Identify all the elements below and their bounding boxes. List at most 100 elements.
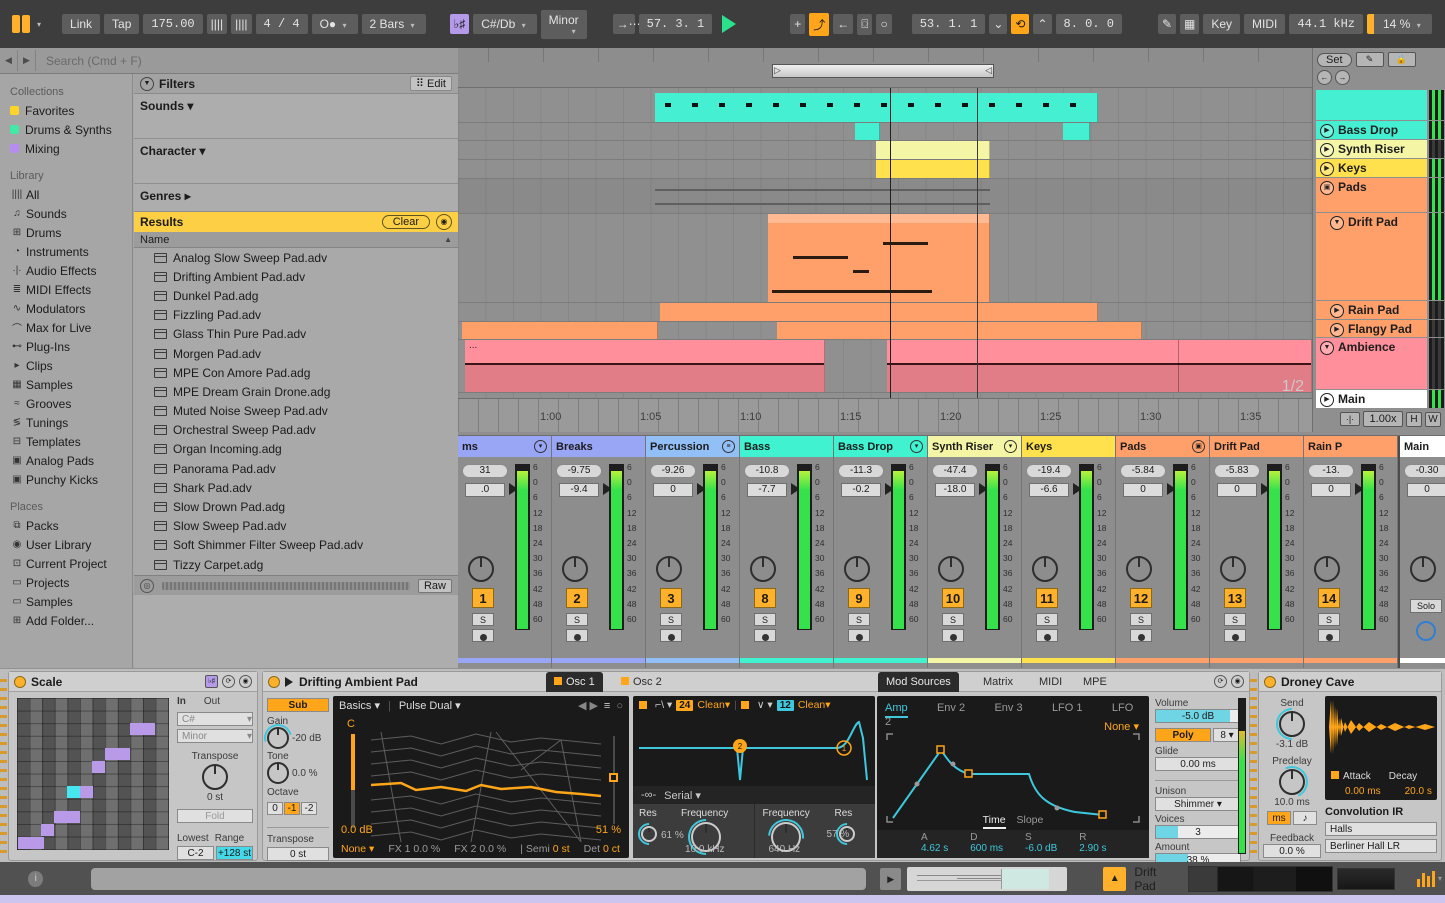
semi-value[interactable]: | Semi 0 st xyxy=(520,843,569,855)
mixer-channel-strip[interactable]: Keys -19.4 -6.6 6 0 6 12 18 24 30 36 42 … xyxy=(1022,436,1116,668)
mixer-channel-strip[interactable]: ms ▾ 31 .0 6 0 6 12 18 24 30 36 42 48 60 … xyxy=(458,436,552,668)
wavetable-position-value[interactable]: 51 % xyxy=(596,824,621,836)
output-meter-icon[interactable] xyxy=(1416,870,1435,887)
ir-decay-value[interactable]: 20.0 s xyxy=(1405,786,1432,797)
sync-mode-button[interactable]: ♪ xyxy=(1293,811,1317,825)
time-ruler[interactable]: 1:00 1:05 1:10 1:15 1:20 1:25 1:30 1:35 xyxy=(458,398,1312,432)
mixer-channel-strip[interactable]: Drift Pad -5.83 0 6 0 6 12 18 24 30 36 4… xyxy=(1210,436,1304,668)
scale-name-select[interactable]: Minor ▾ xyxy=(177,729,253,743)
key-signature-icon[interactable]: ♭♯ xyxy=(449,14,470,34)
mixer-track-name[interactable]: Bass Drop ▾ xyxy=(834,436,927,457)
res1-knob[interactable] xyxy=(633,818,665,850)
scroll-left-icon[interactable]: ← xyxy=(1317,70,1332,85)
device-chain-thumbnails[interactable] xyxy=(1187,865,1333,892)
play-icon[interactable]: ▶ xyxy=(1320,143,1334,157)
preview-headphone-icon[interactable]: ◎ xyxy=(140,578,154,593)
device-on-icon[interactable] xyxy=(268,675,280,688)
transpose-knob[interactable] xyxy=(202,764,228,790)
edit-filters-button[interactable]: ⠿ Edit xyxy=(409,76,452,91)
osc-level-value[interactable]: 0.0 dB xyxy=(341,824,373,836)
track-activator[interactable]: 9 xyxy=(848,588,870,608)
ir-file-select[interactable]: Berliner Hall LR xyxy=(1325,839,1437,853)
name-column-header[interactable]: Name ▲ xyxy=(134,232,458,248)
draw-mode-icon[interactable]: ✎ xyxy=(1157,14,1176,34)
osc-prev-next-icons[interactable]: ◀ ▶ xyxy=(578,699,598,712)
audio-clip-ambience[interactable]: ... xyxy=(465,340,825,392)
sidebar-library-item[interactable]: ♫ Sounds xyxy=(8,204,132,223)
scale-root-select[interactable]: C# ▾ xyxy=(177,712,253,726)
arm-button[interactable] xyxy=(1318,629,1340,642)
sidebar-library-item[interactable]: ⊟ Templates xyxy=(8,432,132,451)
pan-knob[interactable] xyxy=(844,556,870,582)
wavetable-category-select[interactable]: Basics ▾ xyxy=(339,699,380,712)
sidebar-library-item[interactable]: ▦ Samples xyxy=(8,375,132,394)
zoom-level-field[interactable]: 1.00x xyxy=(1363,411,1403,427)
det-value[interactable]: Det 0 ct xyxy=(584,843,620,855)
browser-file-row[interactable]: Slow Sweep Pad.adv xyxy=(134,517,458,536)
clear-filters-button[interactable]: Clear xyxy=(381,215,430,229)
pan-knob[interactable] xyxy=(1126,556,1152,582)
nudge-down-icon[interactable]: |||| xyxy=(206,14,228,34)
browser-forward-icon[interactable]: ▶ xyxy=(18,50,36,71)
feedback-field[interactable]: 0.0 % xyxy=(1263,844,1321,858)
track-header-rain-pad[interactable]: ▶ Rain Pad xyxy=(1316,301,1444,319)
track-header-main[interactable]: ▶ Main xyxy=(1316,390,1444,408)
punch-in-icon[interactable]: ⌄ xyxy=(989,14,1008,34)
track-header-pads-group[interactable]: ▣ Pads xyxy=(1316,178,1444,212)
midi-clip[interactable] xyxy=(777,322,1142,339)
glide-field[interactable]: 0.00 ms xyxy=(1155,757,1241,771)
pencil-icon[interactable]: ✎ xyxy=(1355,52,1384,67)
chevron-down-icon[interactable]: ▼ xyxy=(1320,341,1334,355)
audio-clip-ambience[interactable] xyxy=(887,340,1312,392)
filter1-on-checkbox[interactable] xyxy=(639,701,647,709)
browser-file-row[interactable]: Panorama Pad.adv xyxy=(134,459,458,478)
voices-slider[interactable]: 3 xyxy=(1155,825,1241,839)
gain-value[interactable]: -20 dB xyxy=(292,733,321,744)
ms-mode-button[interactable]: ms xyxy=(1267,811,1291,825)
nudge-up-icon[interactable]: |||| xyxy=(231,14,252,34)
browser-file-row[interactable]: Organ Incoming.adg xyxy=(134,440,458,459)
genres-filter-title[interactable]: Genres ▸ xyxy=(140,189,452,203)
sustain-field[interactable]: S -6.0 dB xyxy=(1025,832,1057,858)
device-on-icon[interactable] xyxy=(1264,675,1276,688)
browser-file-row[interactable]: MPE Con Amore Pad.adg xyxy=(134,363,458,382)
volume-field[interactable]: .0 xyxy=(465,483,505,497)
osc-effect-mode-select[interactable]: None ▾ xyxy=(341,843,374,855)
midi-clip[interactable] xyxy=(855,123,880,140)
solo-button[interactable]: S xyxy=(1318,613,1340,626)
tap-tempo-button[interactable]: Tap xyxy=(104,14,140,34)
sidebar-collection-item[interactable]: Mixing xyxy=(8,139,132,158)
solo-button[interactable]: S xyxy=(754,613,776,626)
pan-knob[interactable] xyxy=(750,556,776,582)
attack-field[interactable]: A 4.62 s xyxy=(921,832,948,858)
mixer-channel-strip[interactable]: Pads ▣ -5.84 0 6 0 6 12 18 24 30 36 42 48… xyxy=(1116,436,1210,668)
tab-env3[interactable]: Env 3 xyxy=(994,702,1022,714)
mixer-track-name[interactable]: Bass xyxy=(740,436,833,457)
poly-mode-button[interactable]: Poly xyxy=(1155,728,1211,742)
fx2-value[interactable]: FX 2 0.0 % xyxy=(454,843,506,855)
fx1-value[interactable]: FX 1 0.0 % xyxy=(388,843,440,855)
sidebar-place-item[interactable]: ▭ Projects xyxy=(8,573,132,592)
sidebar-place-item[interactable]: ◉ User Library xyxy=(8,535,132,554)
group-icon[interactable]: ▣ xyxy=(1320,181,1334,195)
gain-knob[interactable] xyxy=(258,718,298,758)
sidebar-library-item[interactable]: ≣ MIDI Effects xyxy=(8,280,132,299)
browser-file-row[interactable]: Muted Noise Sweep Pad.adv xyxy=(134,402,458,421)
sidebar-library-item[interactable]: ▣ Analog Pads xyxy=(8,451,132,470)
track-lane[interactable] xyxy=(458,303,1312,322)
track-activator[interactable]: 2 xyxy=(566,588,588,608)
browser-file-row[interactable]: Fizzling Pad.adv xyxy=(134,306,458,325)
play-icon[interactable]: ▶ xyxy=(1330,323,1344,337)
pan-knob[interactable] xyxy=(1032,556,1058,582)
link-button[interactable]: Link xyxy=(62,14,101,34)
sidebar-library-item[interactable]: ⊷ Plug-Ins xyxy=(8,337,132,356)
browser-file-row[interactable]: Orchestral Sweep Pad.adv xyxy=(134,421,458,440)
save-preset-icon[interactable]: ◉ xyxy=(1231,675,1244,688)
filter2-on-checkbox[interactable] xyxy=(740,701,749,709)
sidebar-library-item[interactable]: ·|· Audio Effects xyxy=(8,261,132,280)
volume-field[interactable]: 0 xyxy=(1407,483,1445,497)
key-scale-menu[interactable]: Minor ▾ xyxy=(540,9,587,39)
solo-button[interactable]: S xyxy=(942,613,964,626)
arm-button[interactable] xyxy=(942,629,964,642)
quantize-menu[interactable]: 2 Bars ▾ xyxy=(361,14,426,34)
